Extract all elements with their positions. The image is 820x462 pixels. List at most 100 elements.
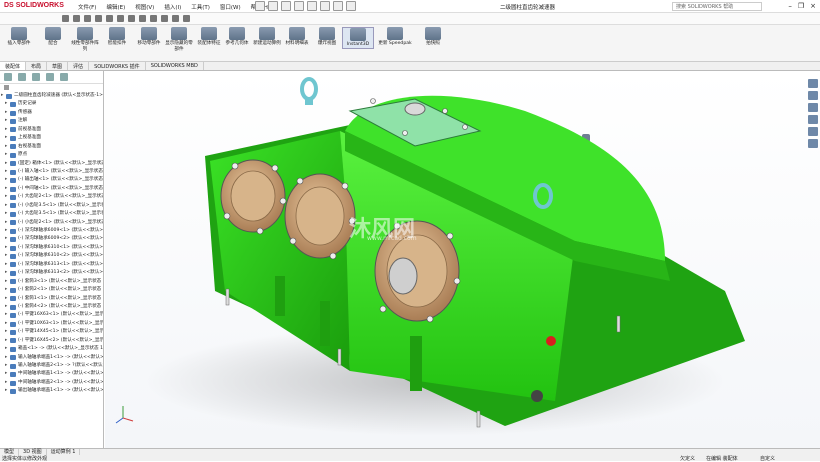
expand-arrow-icon[interactable]: ▸ xyxy=(5,328,9,336)
tree-item[interactable]: ▸ (-) 输出轴<1> (默认<<默认>_显示状态 1>) xyxy=(0,176,103,184)
tree-item[interactable]: ▸ (-) 深沟球轴承6310<2> (默认<<默认>_显示状态 1>) xyxy=(0,252,103,260)
save-icon[interactable] xyxy=(281,1,291,11)
minimize-icon[interactable]: – xyxy=(788,2,792,10)
view-orient-icon[interactable] xyxy=(150,15,157,22)
tree-item[interactable]: ▸ 原点 xyxy=(0,151,103,159)
filter-icon[interactable] xyxy=(161,15,168,22)
tree-item[interactable]: ▸ (-) 平键10X63<1> (默认<<默认>_显示状态 1>) xyxy=(0,320,103,328)
expand-arrow-icon[interactable]: ▸ xyxy=(5,320,9,328)
tree-item[interactable]: ▸ 右视基准面 xyxy=(0,143,103,151)
ribbon-mate[interactable]: 配合 xyxy=(38,27,68,47)
select-icon[interactable] xyxy=(320,1,330,11)
expand-arrow-icon[interactable]: ▸ xyxy=(5,100,9,108)
open-icon[interactable] xyxy=(268,1,278,11)
ribbon-show-hidden[interactable]: 显示隐藏的零部件 xyxy=(164,27,194,52)
expand-arrow-icon[interactable]: ▸ xyxy=(5,193,9,201)
expand-arrow-icon[interactable]: ▸ xyxy=(5,219,9,227)
resources-icon[interactable] xyxy=(808,79,818,88)
tree-item[interactable]: ▸ (-) 大齿轮3.5<1> (默认<<默认>_显示状态 1>) xyxy=(0,210,103,218)
feature-manager-icon[interactable] xyxy=(4,73,12,81)
tree-item[interactable]: ▸ (-) 平键16X45<2> (默认<<默认>_显示状态 1>) xyxy=(0,337,103,345)
custom-properties-icon[interactable] xyxy=(808,139,818,148)
ribbon-linear-pattern[interactable]: 线性零部件阵列 xyxy=(70,27,100,52)
expand-arrow-icon[interactable]: ▸ xyxy=(5,303,9,311)
zoom-icon[interactable] xyxy=(62,15,69,22)
tree-item[interactable]: ▸ (-) 套筒1<1> (默认<<默认>_显示状态 1>) xyxy=(0,295,103,303)
settings-icon[interactable] xyxy=(183,15,190,22)
pan-icon[interactable] xyxy=(73,15,80,22)
expand-arrow-icon[interactable]: ▸ xyxy=(5,345,9,353)
ribbon-move-component[interactable]: 移动零部件 xyxy=(134,27,164,47)
expand-arrow-icon[interactable]: ▸ xyxy=(5,227,9,235)
ribbon-smart-fasteners[interactable]: 智能扣件 xyxy=(102,27,132,47)
expand-arrow-icon[interactable]: ▸ xyxy=(5,295,9,303)
tree-item[interactable]: ▸ 中间轴轴承端盖2<1> -> (默认<<默认>_显示状态 1>) xyxy=(0,379,103,387)
expand-arrow-icon[interactable]: ▸ xyxy=(5,354,9,362)
menu-view[interactable]: 视图(V) xyxy=(135,3,154,11)
tree-item[interactable]: ▸ (-) 深沟球轴承6009<2> (默认<<默认>_显示状态 1>) xyxy=(0,235,103,243)
config-manager-icon[interactable] xyxy=(32,73,40,81)
tree-item[interactable]: ▸ 传感器 xyxy=(0,109,103,117)
tree-item[interactable]: ▸ 箱盖<1> -> (默认<<默认>_显示状态 1>) xyxy=(0,345,103,353)
view-palette-icon[interactable] xyxy=(808,115,818,124)
new-icon[interactable] xyxy=(255,1,265,11)
ribbon-bom[interactable]: 材料明细表 xyxy=(282,27,312,47)
tree-item[interactable]: ▸ 输出轴轴承端盖1<1> -> (默认<<默认>_显示状态 1>) xyxy=(0,387,103,395)
expand-arrow-icon[interactable]: ▸ xyxy=(5,244,9,252)
scene-icon[interactable] xyxy=(128,15,135,22)
graphics-area[interactable]: 沐风网 www.mfcad.com xyxy=(105,71,820,448)
tab-assembly[interactable]: 装配体 xyxy=(0,62,27,70)
design-library-icon[interactable] xyxy=(808,91,818,100)
expand-arrow-icon[interactable]: ▸ xyxy=(5,109,9,117)
tree-item[interactable]: ▸ (-) 平键14X45<1> (默认<<默认>_显示状态 1>) xyxy=(0,328,103,336)
tree-item[interactable]: ▸ (-) 深沟球轴承6310<1> (默认<<默认>_显示状态 1>) xyxy=(0,244,103,252)
expand-arrow-icon[interactable]: ▸ xyxy=(5,117,9,125)
section-icon[interactable] xyxy=(106,15,113,22)
tree-item[interactable]: ▸ 注解 xyxy=(0,117,103,125)
menu-window[interactable]: 窗口(W) xyxy=(220,3,241,11)
tab-mbd[interactable]: SOLIDWORKS MBD xyxy=(146,62,204,70)
ribbon-assembly-features[interactable]: 装配体特征 xyxy=(194,27,224,47)
ribbon-take-snapshot[interactable]: 拍快照 xyxy=(418,27,448,47)
expand-arrow-icon[interactable]: ▸ xyxy=(1,92,5,100)
solidworks-logo[interactable]: DS SOLIDWORKS xyxy=(4,2,64,9)
tree-item[interactable]: ▸ (-) 深沟球轴承6313<2> (默认<<默认>_显示状态 1>) xyxy=(0,269,103,277)
file-explorer-icon[interactable] xyxy=(808,103,818,112)
tree-item[interactable]: ▸ 输入轴轴承端盖2<1> -> ?(默认<<默认>_显示状态 1>) xyxy=(0,362,103,370)
expand-arrow-icon[interactable]: ▸ xyxy=(5,362,9,370)
ribbon-exploded-view[interactable]: 爆炸视图 xyxy=(312,27,342,47)
expand-arrow-icon[interactable]: ▸ xyxy=(5,210,9,218)
expand-arrow-icon[interactable]: ▸ xyxy=(5,235,9,243)
expand-arrow-icon[interactable]: ▸ xyxy=(5,337,9,345)
expand-arrow-icon[interactable]: ▸ xyxy=(5,185,9,193)
dimxpert-icon[interactable] xyxy=(46,73,54,81)
tree-item[interactable]: ▸ (-) 小齿轮3.5<1> (默认<<默认>_显示状态 1>) xyxy=(0,202,103,210)
tree-item[interactable]: ▸ 历史记录 xyxy=(0,100,103,108)
appearances-icon[interactable] xyxy=(808,127,818,136)
ribbon-instant3d[interactable]: Instant3D xyxy=(342,27,374,49)
tree-item[interactable]: ▸ (-) 大齿轮2<1> (默认<<默认>_显示状态 1>) xyxy=(0,193,103,201)
hide-show-icon[interactable] xyxy=(139,15,146,22)
expand-arrow-icon[interactable]: ▸ xyxy=(5,370,9,378)
menu-insert[interactable]: 插入(I) xyxy=(164,3,181,11)
expand-arrow-icon[interactable]: ▸ xyxy=(5,286,9,294)
expand-arrow-icon[interactable]: ▸ xyxy=(5,151,9,159)
tree-item[interactable]: ▸ (-) 套筒4<2> (默认<<默认>_显示状态 1>) xyxy=(0,303,103,311)
rebuild-icon[interactable] xyxy=(333,1,343,11)
tree-item[interactable]: ▸ (-) 中间轴<1> (默认<<默认>_显示状态 1>) xyxy=(0,185,103,193)
ribbon-insert-components[interactable]: 插入零部件 xyxy=(4,27,34,47)
expand-arrow-icon[interactable]: ▸ xyxy=(5,168,9,176)
expand-arrow-icon[interactable]: ▸ xyxy=(5,269,9,277)
menu-edit[interactable]: 编辑(E) xyxy=(106,3,125,11)
expand-arrow-icon[interactable]: ▸ xyxy=(5,143,9,151)
expand-arrow-icon[interactable]: ▸ xyxy=(5,278,9,286)
tab-addins[interactable]: SOLIDWORKS 插件 xyxy=(89,62,146,70)
tree-item[interactable]: ▸ 中间轴轴承端盖1<1> -> (默认<<默认>_显示状态 1>) xyxy=(0,370,103,378)
appearance-icon[interactable] xyxy=(117,15,124,22)
menu-file[interactable]: 文件(F) xyxy=(78,3,96,11)
tree-item[interactable]: ▸ (固定) 箱体<1> (默认<<默认>_显示状态 1>) xyxy=(0,160,103,168)
expand-arrow-icon[interactable]: ▸ xyxy=(5,202,9,210)
print-icon[interactable] xyxy=(294,1,304,11)
display-manager-icon[interactable] xyxy=(60,73,68,81)
tree-item[interactable]: ▸ (-) 平键16X63<1> (默认<<默认>_显示状态 1>) xyxy=(0,311,103,319)
